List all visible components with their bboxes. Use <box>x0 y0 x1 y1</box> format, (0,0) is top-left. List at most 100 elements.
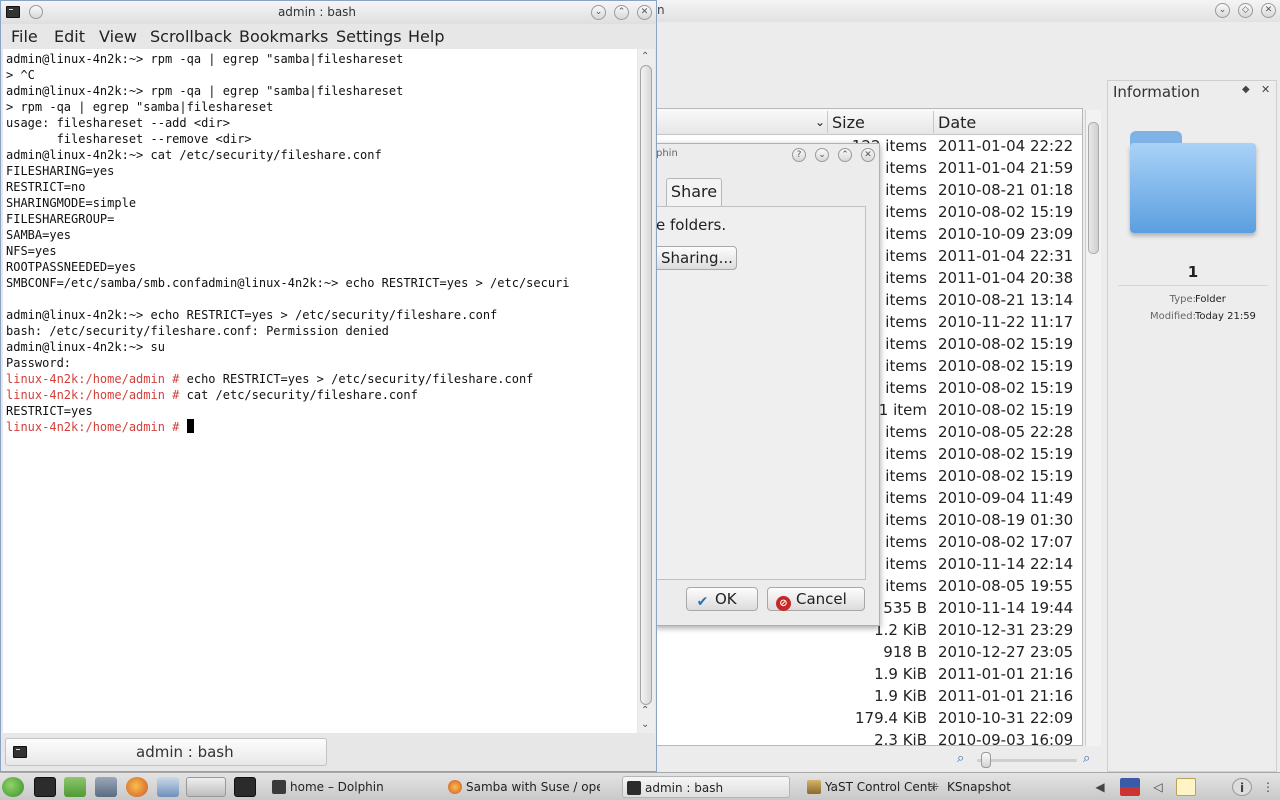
task-label: admin : bash <box>645 781 724 795</box>
file-row[interactable]: 1.9 KiB 2011-01-01 21:16 <box>655 685 1081 707</box>
keyboard-layout-flag-icon[interactable] <box>1120 778 1140 796</box>
date-column-header[interactable]: Date <box>938 113 976 132</box>
terminal-launcher-icon[interactable] <box>34 777 56 797</box>
volume-icon[interactable]: ◁ <box>1148 778 1168 796</box>
terminal-text: FILESHAREGROUP= <box>6 212 115 226</box>
task-firefox[interactable]: Samba with Suse / ope <box>444 776 600 798</box>
dolphin-titlebar: n ⌄ ◇ ✕ <box>655 0 1280 22</box>
close-icon[interactable]: ✕ <box>1261 3 1276 18</box>
konsole-title: admin : bash <box>277 5 357 19</box>
menu-help[interactable]: Help <box>408 27 444 46</box>
clipboard-icon[interactable] <box>1176 778 1196 796</box>
terminal-line: ROOTPASSNEEDED=yes <box>6 259 136 275</box>
file-row[interactable]: 1.9 KiB 2011-01-01 21:16 <box>655 663 1081 685</box>
file-date: 2011-01-04 21:59 <box>938 159 1074 177</box>
firefox-launcher-icon[interactable] <box>126 777 148 797</box>
tray-expand-icon[interactable]: ◀ <box>1090 778 1110 796</box>
close-icon[interactable]: ✕ <box>637 5 652 20</box>
float-panel-icon[interactable]: ◆ <box>1242 84 1250 95</box>
firefox-task-icon <box>448 780 462 794</box>
maximize-icon[interactable]: ⌃ <box>614 5 629 20</box>
file-date: 2010-08-02 15:19 <box>938 401 1074 419</box>
system-launcher-icon[interactable] <box>95 777 117 797</box>
file-date: 2010-08-02 15:19 <box>938 467 1074 485</box>
minimize-icon[interactable]: ⌄ <box>1215 3 1230 18</box>
zoom-slider[interactable]: ⌕ ⌕ <box>955 750 1105 770</box>
cancel-icon: ⊘ <box>776 596 791 611</box>
terminal-text: FILESHARING=yes <box>6 164 115 178</box>
zoom-track[interactable] <box>977 759 1077 762</box>
help-icon[interactable]: ? <box>792 148 806 162</box>
file-date: 2010-08-02 17:07 <box>938 533 1074 551</box>
file-row[interactable]: 918 B 2010-12-27 23:05 <box>655 641 1081 663</box>
minimize-icon[interactable]: ⌄ <box>591 5 606 20</box>
configure-sharing-button[interactable]: Sharing... <box>652 246 737 270</box>
menu-file[interactable]: File <box>11 27 38 46</box>
terminal-line: linux-4n2k:/home/admin # echo RESTRICT=y… <box>6 371 533 387</box>
file-date: 2010-09-03 16:09 <box>938 731 1074 746</box>
sort-chevron-icon[interactable]: ⌄ <box>815 115 825 129</box>
column-separator <box>933 111 934 133</box>
menu-scrollback[interactable]: Scrollback <box>150 27 232 46</box>
restore-icon[interactable]: ◇ <box>1238 3 1253 18</box>
terminal-text: > rpm -qa | egrep "samba|fileshareset <box>6 100 274 114</box>
info-icon[interactable]: i <box>1232 778 1252 796</box>
file-size: items <box>885 159 927 177</box>
scroll-up-icon[interactable]: ⌃ <box>641 705 649 716</box>
file-date: 2010-08-02 15:19 <box>938 203 1074 221</box>
file-list-scrollbar[interactable] <box>1085 110 1101 746</box>
cancel-button[interactable]: ⊘ Cancel <box>767 587 865 611</box>
menu-edit[interactable]: Edit <box>54 27 85 46</box>
file-row[interactable]: 2.3 KiB 2010-09-03 16:09 <box>655 729 1081 746</box>
session-tab[interactable]: admin : bash <box>5 738 327 766</box>
kickoff-menu-icon[interactable] <box>2 777 24 797</box>
pager-icon[interactable] <box>186 777 226 797</box>
information-panel-title: Information <box>1113 83 1200 101</box>
selected-item-name: 1 <box>1187 263 1199 281</box>
properties-dialog: phin ? ⌄ ⌃ ✕ Share e folders. Sharing...… <box>652 143 880 626</box>
file-date: 2010-10-31 22:09 <box>938 709 1074 727</box>
terminal-text: RESTRICT=yes <box>6 404 93 418</box>
zoom-out-icon[interactable]: ⌕ <box>957 751 964 766</box>
task-ksnapshot[interactable]: ⁜ KSnapshot <box>925 776 1085 798</box>
scrollbar-thumb[interactable] <box>640 65 652 705</box>
tab-share[interactable]: Share <box>666 178 722 206</box>
menu-bookmarks[interactable]: Bookmarks <box>239 27 328 46</box>
check-icon: ✔ <box>696 594 709 610</box>
terminal-line: SMBCONF=/etc/samba/smb.confadmin@linux-4… <box>6 275 570 291</box>
terminal-line: RESTRICT=yes <box>6 403 93 419</box>
file-date: 2011-01-04 20:38 <box>938 269 1074 287</box>
task-dolphin[interactable]: home – Dolphin <box>268 776 440 798</box>
terminal-text: admin@linux-4n2k:~> rpm -qa | egrep "sam… <box>6 84 404 98</box>
file-row[interactable]: 179.4 KiB 2010-10-31 22:09 <box>655 707 1081 729</box>
size-column-header[interactable]: Size <box>832 113 865 132</box>
ok-button[interactable]: ✔ OK <box>686 587 758 611</box>
zoom-in-icon[interactable]: ⌕ <box>1083 751 1090 766</box>
close-icon[interactable]: ✕ <box>861 148 875 162</box>
zoom-handle[interactable] <box>981 752 991 768</box>
menu-settings[interactable]: Settings <box>336 27 402 46</box>
terminal-line: RESTRICT=no <box>6 179 85 195</box>
scroll-up-icon[interactable]: ⌃ <box>641 51 649 62</box>
terminal-output[interactable]: admin@linux-4n2k:~> rpm -qa | egrep "sam… <box>3 49 637 733</box>
task-konsole[interactable]: admin : bash <box>622 776 790 798</box>
monitor-launcher-icon[interactable] <box>234 777 256 797</box>
information-panel: Information ◆ ✕ 1 Type: Folder Modified:… <box>1107 80 1277 772</box>
terminal-scrollbar[interactable]: ⌃ ⌃ ⌄ <box>638 49 655 733</box>
terminal-line: NFS=yes <box>6 243 57 259</box>
mail-launcher-icon[interactable] <box>157 777 179 797</box>
menu-view[interactable]: View <box>99 27 137 46</box>
scroll-down-icon[interactable]: ⌄ <box>641 719 649 730</box>
terminal-line: FILESHARING=yes <box>6 163 114 179</box>
home-launcher-icon[interactable] <box>64 777 86 797</box>
file-date: 2010-11-14 19:44 <box>938 599 1074 617</box>
konsole-titlebar: admin : bash ⌄ ⌃ ✕ <box>1 1 656 24</box>
panel-toolbox-icon[interactable]: ⋮ <box>1258 778 1278 796</box>
task-yast[interactable]: YaST Control Center <box>803 776 935 798</box>
minimize-icon[interactable]: ⌄ <box>815 148 829 162</box>
close-panel-icon[interactable]: ✕ <box>1261 83 1270 96</box>
maximize-icon[interactable]: ⌃ <box>838 148 852 162</box>
task-label: YaST Control Center <box>825 780 935 794</box>
scrollbar-thumb[interactable] <box>1088 122 1099 254</box>
task-label: Samba with Suse / ope <box>466 780 600 794</box>
